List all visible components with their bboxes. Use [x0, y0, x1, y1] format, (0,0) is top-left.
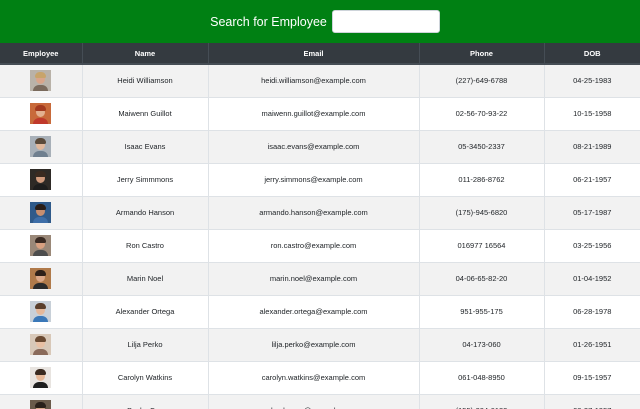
- table-header-row: Employee Name Email Phone DOB: [0, 43, 640, 65]
- email-cell: carolyn.watkins@example.com: [208, 360, 420, 394]
- table-row: Lilja Perko lilja.perko@example.com 04-173…: [0, 327, 640, 361]
- phone-cell: (155)-394-6132: [419, 393, 545, 409]
- name-cell: Jerry Simmmons: [82, 162, 209, 196]
- dob-cell: 10-15-1958: [544, 96, 640, 130]
- dob-cell: 01-26-1951: [544, 327, 640, 361]
- dob-cell: 06-28-1978: [544, 294, 640, 328]
- dob-cell: 08-21-1989: [544, 129, 640, 163]
- table-row: Jerry Simmmons jerry.simmons@example.com 0…: [0, 162, 640, 196]
- employee-cell: [0, 162, 83, 196]
- dob-cell: 04-25-1983: [544, 63, 640, 97]
- dob-cell: 01-04-1952: [544, 261, 640, 295]
- employee-avatar: [30, 103, 52, 124]
- table-body: Heidi Williamson heidi.williamson@example…: [0, 63, 640, 409]
- name-cell: Ron Castro: [82, 228, 209, 262]
- phone-cell: 05-3450-2337: [419, 129, 545, 163]
- table-row: Maiwenn Guillot maiwenn.guillot@example.c…: [0, 96, 640, 130]
- employee-cell: [0, 294, 83, 328]
- employee-cell: [0, 63, 83, 97]
- employee-avatar: [30, 136, 52, 157]
- app-header: Search for Employee: [0, 0, 640, 43]
- table-row: Ron Castro ron.castro@example.com 016977 1…: [0, 228, 640, 262]
- column-header-employee[interactable]: Employee: [0, 43, 83, 65]
- dob-cell: 05-17-1987: [544, 195, 640, 229]
- email-cell: alexander.ortega@example.com: [208, 294, 420, 328]
- email-cell: ron.castro@example.com: [208, 228, 420, 262]
- email-cell: lilja.perko@example.com: [208, 327, 420, 361]
- dob-cell: 06-21-1957: [544, 162, 640, 196]
- dob-cell: 08-27-1957: [544, 393, 640, 409]
- name-cell: Isaac Evans: [82, 129, 209, 163]
- email-cell: marin.noel@example.com: [208, 261, 420, 295]
- employee-avatar: [30, 400, 52, 409]
- name-cell: Marin Noel: [82, 261, 209, 295]
- employee-avatar: [30, 268, 52, 289]
- dob-cell: 03-25-1956: [544, 228, 640, 262]
- employee-table: Employee Name Email Phone DOB Heidi Will…: [0, 43, 640, 409]
- employee-avatar: [30, 235, 52, 256]
- table-row: Becky Coxbecky.cox@example.com(155)-394-…: [0, 393, 640, 409]
- employee-avatar: [30, 70, 52, 92]
- phone-cell: 02-56-70-93-22: [419, 96, 545, 130]
- email-cell: jerry.simmons@example.com: [208, 162, 420, 196]
- employee-avatar: [30, 202, 52, 223]
- employee-cell: [0, 195, 83, 229]
- table-row: Armando Hanson armando.hanson@example.com…: [0, 195, 640, 229]
- phone-cell: 04-173-060: [419, 327, 545, 361]
- table-row: Isaac Evans isaac.evans@example.com 05-345…: [0, 129, 640, 163]
- email-cell: maiwenn.guillot@example.com: [208, 96, 420, 130]
- email-cell: heidi.williamson@example.com: [208, 63, 420, 97]
- employee-cell: [0, 360, 83, 394]
- column-header-name[interactable]: Name: [82, 43, 209, 65]
- column-header-email[interactable]: Email: [208, 43, 420, 65]
- phone-cell: 061-048-8950: [419, 360, 545, 394]
- search-input[interactable]: [331, 10, 440, 33]
- dob-cell: 09-15-1957: [544, 360, 640, 394]
- table-row: Carolyn Watkins carolyn.watkins@example.c…: [0, 360, 640, 394]
- phone-cell: 016977 16564: [419, 228, 545, 262]
- name-cell: Armando Hanson: [82, 195, 209, 229]
- table-header: Employee Name Email Phone DOB: [0, 43, 640, 65]
- table-row: Marin Noel marin.noel@example.com 04-06-65…: [0, 261, 640, 295]
- employee-avatar: [30, 169, 52, 190]
- employee-cell: [0, 393, 83, 409]
- table-row: Alexander Ortega alexander.ortega@example…: [0, 294, 640, 328]
- employee-avatar: [30, 334, 52, 355]
- name-cell: Lilja Perko: [82, 327, 209, 361]
- employee-cell: [0, 228, 83, 262]
- phone-cell: 951-955-175: [419, 294, 545, 328]
- column-header-phone[interactable]: Phone: [419, 43, 545, 65]
- employee-cell: [0, 96, 83, 130]
- employee-avatar: [30, 301, 52, 322]
- phone-cell: 011-286-8762: [419, 162, 545, 196]
- name-cell: Carolyn Watkins: [82, 360, 209, 394]
- phone-cell: (227)-649-6788: [419, 63, 545, 97]
- employee-cell: [0, 327, 83, 361]
- name-cell: Alexander Ortega: [82, 294, 209, 328]
- email-cell: isaac.evans@example.com: [208, 129, 420, 163]
- table-row: Heidi Williamson heidi.williamson@example…: [0, 63, 640, 97]
- column-header-dob[interactable]: DOB: [544, 43, 640, 65]
- search-label: Search for Employee: [210, 14, 327, 29]
- phone-cell: 04-06-65-82-20: [419, 261, 545, 295]
- name-cell: Becky Cox: [82, 393, 209, 409]
- email-cell: armando.hanson@example.com: [208, 195, 420, 229]
- name-cell: Maiwenn Guillot: [82, 96, 209, 130]
- employee-avatar: [30, 367, 52, 388]
- name-cell: Heidi Williamson: [82, 63, 209, 97]
- employee-cell: [0, 261, 83, 295]
- email-cell: becky.cox@example.com: [208, 393, 420, 409]
- phone-cell: (175)-945-6820: [419, 195, 545, 229]
- employee-cell: [0, 129, 83, 163]
